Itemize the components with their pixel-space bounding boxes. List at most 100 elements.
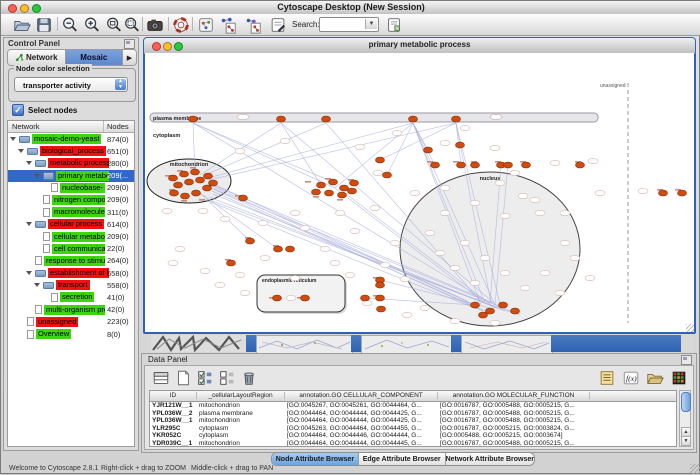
select-nodes-label: Select nodes <box>28 106 77 115</box>
tree-item-cellular-metabol[interactable]: cellular metabol209(0) <box>8 231 134 243</box>
function-builder-icon[interactable]: f(x) <box>621 368 641 388</box>
tab-overflow-arrow[interactable]: ▶ <box>123 50 136 65</box>
node-label-pill <box>168 260 178 265</box>
graph-node <box>511 308 520 314</box>
background-window-edge <box>351 335 361 352</box>
tree-item-label: cell communicat <box>52 244 105 254</box>
network-view-window: primary metabolic process plasma membran… <box>143 37 696 334</box>
tree-item-multi-organism-pro[interactable]: multi-organism pro42(0) <box>8 304 134 316</box>
window-resize-grip[interactable] <box>686 324 694 332</box>
delete-attribute-icon[interactable] <box>239 368 259 388</box>
expand-arrow-icon[interactable] <box>10 137 16 141</box>
node-label-pill <box>450 318 460 323</box>
open-file-icon[interactable] <box>13 16 31 33</box>
tree-item-transport[interactable]: transport558(0) <box>8 279 134 291</box>
node-label-pill <box>215 282 225 287</box>
tab-network[interactable]: Network <box>8 50 66 65</box>
label-list-icon[interactable] <box>597 368 617 388</box>
hide-selected-nodes-icon[interactable] <box>219 16 237 33</box>
plugin-manager-icon[interactable] <box>385 16 403 33</box>
tree-item-cell-communicat[interactable]: cell communicat22(0) <box>8 243 134 255</box>
table-column-header[interactable]: _cellularLayoutRegion <box>197 392 285 399</box>
scrollbar-thumb[interactable] <box>681 392 691 412</box>
zoom-fit-icon[interactable] <box>123 16 141 33</box>
network-file-icon <box>43 208 50 217</box>
table-row[interactable]: YPL036W__2plasma membrane[GO:0044464, GO… <box>150 410 676 418</box>
tree-item-label: unassigned <box>36 317 78 327</box>
tree-item-label: biological_process <box>40 146 106 156</box>
annotation-icon[interactable] <box>269 16 287 33</box>
select-nodes-row[interactable]: ✓ Select nodes <box>12 104 77 116</box>
float-data-panel-icon[interactable] <box>681 355 692 365</box>
tree-item-node-count: 280(0) <box>107 159 129 168</box>
graph-node <box>239 195 248 201</box>
node-label-pill <box>490 145 500 150</box>
node-mini-label <box>337 199 343 201</box>
network-overview-icon[interactable] <box>197 16 215 33</box>
tree-item-nitrogen-compou[interactable]: nitrogen compou209(0) <box>8 194 134 206</box>
network-canvas[interactable]: plasma membranecytoplasmmitochondrionnuc… <box>145 53 694 332</box>
tree-item-cellular-process[interactable]: cellular process614(0) <box>8 218 134 230</box>
unselect-attributes-icon[interactable] <box>217 368 237 388</box>
table-row[interactable]: YPL036W__1mitochondrion[GO:0044464, GO:0… <box>150 417 676 425</box>
tree-item-overview[interactable]: Overview8(0) <box>8 328 134 340</box>
graph-node <box>504 162 513 168</box>
tree-item-establishment-of-lo[interactable]: establishment of lo558(0) <box>8 267 134 279</box>
network-window-title-bar[interactable]: primary metabolic process <box>144 38 695 54</box>
tree-item-node-count: 209(0) <box>107 232 129 241</box>
graph-node <box>274 246 283 252</box>
tree-item-mosaic-demo-yeast[interactable]: mosaic-demo-yeast874(0) <box>8 133 134 145</box>
node-label-pill <box>495 180 505 185</box>
table-scrollbar[interactable]: ▲ ▼ <box>679 390 691 447</box>
search-input[interactable]: ▼ <box>319 17 379 32</box>
tree-item-response-to-stimulu[interactable]: response to stimulu264(0) <box>8 255 134 267</box>
tab-mosaic[interactable]: Mosaic <box>66 50 124 65</box>
table-cell: mitochondrion <box>199 440 285 447</box>
select-attributes-icon[interactable] <box>195 368 215 388</box>
graph-node <box>181 193 190 199</box>
tree-item-metabolic-process[interactable]: metabolic process280(0) <box>8 157 134 169</box>
expand-arrow-icon[interactable] <box>34 283 40 287</box>
search-dropdown-icon[interactable]: ▼ <box>365 19 377 29</box>
node-label-pill <box>198 208 208 213</box>
expand-arrow-icon[interactable] <box>26 161 32 165</box>
node-label-pill <box>200 268 210 273</box>
new-attribute-icon[interactable] <box>173 368 193 388</box>
table-row[interactable]: YDR039C__1mitochondrion[GO:0044464, GO:0… <box>150 440 676 447</box>
attribute-table-icon[interactable] <box>151 368 171 388</box>
expand-arrow-icon[interactable] <box>26 271 32 275</box>
zoom-out-icon[interactable] <box>61 16 79 33</box>
node-color-attribute-select[interactable]: transporter activity ▲▼ <box>14 77 128 92</box>
table-row[interactable]: YKR052Ccytoplasm[GO:0044464, GO:0044446,… <box>150 432 676 440</box>
app-resize-grip[interactable] <box>690 464 700 474</box>
table-row[interactable]: YJR121W__1mitochondrion[GO:0045267, GO:0… <box>150 402 676 410</box>
tree-item-primary-metabolic[interactable]: primary metabolic209(... <box>8 170 134 182</box>
table-cell: [GO:0044464, GO:0044444, GO:0044425, G..… <box>287 410 438 417</box>
table-column-header[interactable]: ID <box>150 392 197 399</box>
select-first-neighbors-icon[interactable] <box>244 16 262 33</box>
import-attributes-icon[interactable] <box>645 368 665 388</box>
tree-item-biological-process[interactable]: biological_process651(0) <box>8 145 134 157</box>
tree-item-secretion[interactable]: secretion41(0) <box>8 291 134 303</box>
expand-arrow-icon[interactable] <box>26 222 32 226</box>
zoom-selected-icon[interactable] <box>105 16 123 33</box>
tree-item-unassigned[interactable]: unassigned223(0) <box>8 316 134 328</box>
zoom-in-icon[interactable] <box>83 16 101 33</box>
expand-arrow-icon[interactable] <box>18 149 24 153</box>
heatmap-icon[interactable] <box>669 368 689 388</box>
node-label-pill <box>560 240 570 245</box>
graph-node <box>246 238 255 244</box>
tree-item-macromolecule[interactable]: macromolecule311(0) <box>8 206 134 218</box>
help-icon[interactable] <box>172 16 190 33</box>
save-session-icon[interactable] <box>35 16 53 33</box>
snapshot-icon[interactable] <box>146 16 164 33</box>
table-row[interactable]: YLR295Ccytoplasm[GO:0045263, GO:0044464,… <box>150 425 676 433</box>
scroll-down-icon[interactable]: ▼ <box>681 436 691 446</box>
tree-item-nucleobase-[interactable]: nucleobase-209(0) <box>8 182 134 194</box>
select-nodes-checkbox[interactable]: ✓ <box>12 104 24 116</box>
float-panel-icon[interactable] <box>124 39 135 49</box>
table-column-header[interactable]: annotation.GO MOLECULAR_FUNCTION <box>438 392 590 399</box>
svg-text:f(x): f(x) <box>626 374 637 383</box>
table-column-header[interactable]: annotation.GO CELLULAR_COMPONENT <box>285 392 438 399</box>
expand-arrow-icon[interactable] <box>34 174 40 178</box>
